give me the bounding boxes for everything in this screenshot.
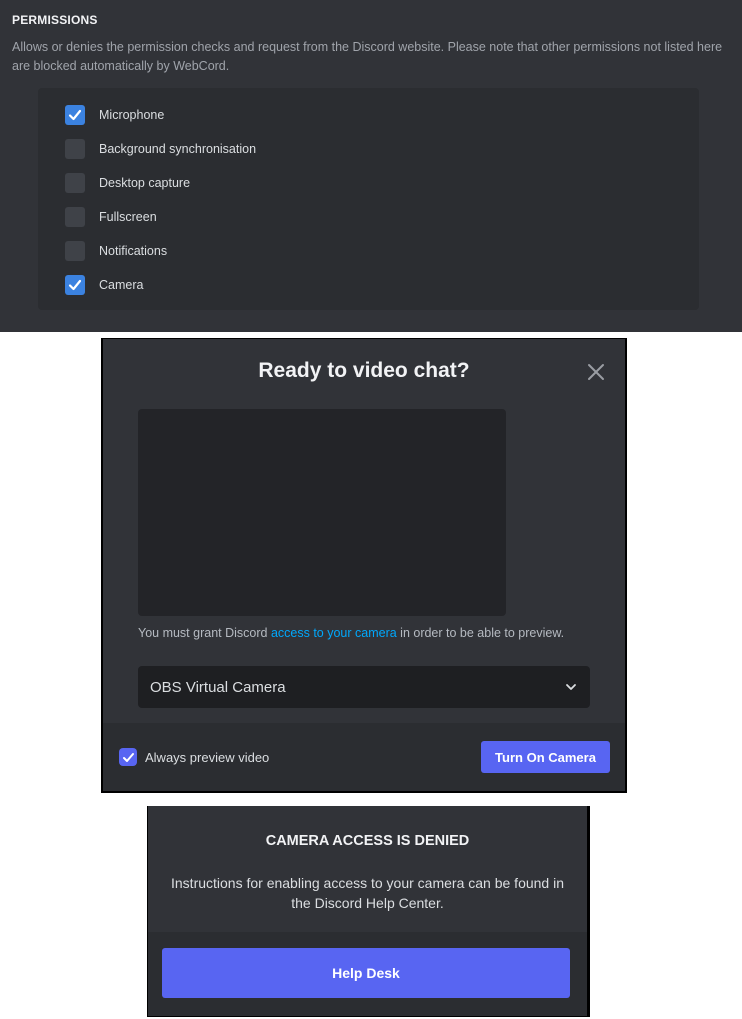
permission-item-fullscreen[interactable]: Fullscreen xyxy=(65,207,157,227)
permissions-panel: PERMISSIONS Allows or denies the permiss… xyxy=(0,0,742,332)
turn-on-camera-button[interactable]: Turn On Camera xyxy=(481,741,610,773)
camera-access-link[interactable]: access to your camera xyxy=(271,626,397,640)
dialog-footer: Help Desk xyxy=(148,932,587,1016)
checkbox-checked-icon[interactable] xyxy=(65,105,85,125)
checkbox-checked-icon[interactable] xyxy=(65,275,85,295)
permissions-list: Microphone Background synchronisation De… xyxy=(38,88,699,310)
checkbox-unchecked-icon[interactable] xyxy=(65,139,85,159)
modal-footer: Always preview video Turn On Camera xyxy=(103,723,625,791)
permission-label: Notifications xyxy=(99,244,168,258)
checkbox-unchecked-icon[interactable] xyxy=(65,173,85,193)
permission-label: Microphone xyxy=(99,108,165,122)
permission-label: Background synchronisation xyxy=(99,142,257,156)
permissions-title: PERMISSIONS xyxy=(12,13,98,27)
dialog-title: CAMERA ACCESS IS DENIED xyxy=(265,833,470,849)
checkbox-checked-icon[interactable] xyxy=(119,748,137,766)
camera-denied-dialog: CAMERA ACCESS IS DENIED Instructions for… xyxy=(147,806,590,1017)
permission-label: Fullscreen xyxy=(99,210,157,224)
checkbox-unchecked-icon[interactable] xyxy=(65,207,85,227)
chevron-down-icon xyxy=(566,684,576,690)
always-preview-checkbox[interactable]: Always preview video xyxy=(119,748,269,766)
dialog-body: CAMERA ACCESS IS DENIED Instructions for… xyxy=(148,806,587,1016)
permission-label: Camera xyxy=(99,278,144,292)
camera-permission-note: You must grant Discord access to your ca… xyxy=(138,626,608,640)
permissions-description: Allows or denies the permission checks a… xyxy=(12,40,723,73)
modal-title: Ready to video chat? xyxy=(258,359,470,382)
checkbox-unchecked-icon[interactable] xyxy=(65,241,85,261)
camera-select-value: OBS Virtual Camera xyxy=(150,678,286,696)
permission-item-background-sync[interactable]: Background synchronisation xyxy=(65,139,256,159)
permission-label: Desktop capture xyxy=(99,176,191,190)
modal-body: Ready to video chat? You must grant Disc… xyxy=(103,339,625,791)
note-text: in order to be able to preview. xyxy=(396,626,565,640)
dialog-text: Instructions for enabling access to your… xyxy=(171,875,564,911)
camera-select[interactable]: OBS Virtual Camera xyxy=(138,666,590,708)
permission-item-notifications[interactable]: Notifications xyxy=(65,241,167,261)
close-icon[interactable] xyxy=(585,361,607,383)
permission-item-desktop-capture[interactable]: Desktop capture xyxy=(65,173,190,193)
permission-item-microphone[interactable]: Microphone xyxy=(65,105,164,125)
permission-item-camera[interactable]: Camera xyxy=(65,275,143,295)
help-desk-button[interactable]: Help Desk xyxy=(162,948,570,998)
note-text: You must grant Discord xyxy=(138,626,271,640)
video-chat-modal: Ready to video chat? You must grant Disc… xyxy=(101,338,627,793)
always-preview-label: Always preview video xyxy=(145,749,270,765)
camera-preview xyxy=(138,409,506,616)
